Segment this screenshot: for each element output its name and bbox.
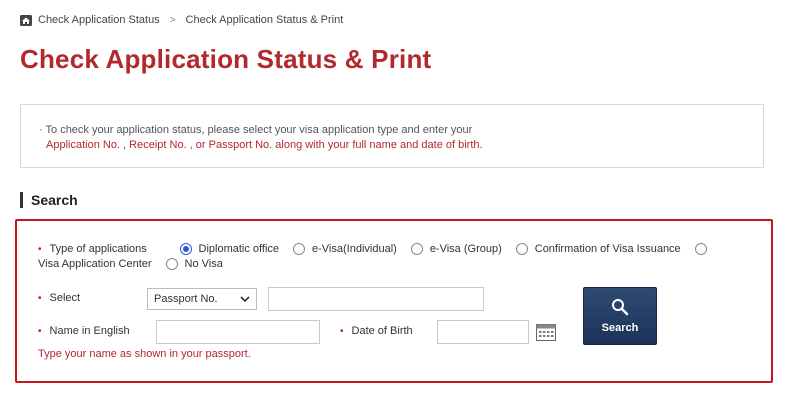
application-type-row: • Type of applications Diplomatic office… <box>38 243 714 255</box>
dob-label: Date of Birth <box>351 325 413 337</box>
name-label: Name in English <box>49 325 130 337</box>
id-number-input[interactable] <box>268 287 484 311</box>
chevron-down-icon <box>240 296 250 302</box>
section-bar-icon <box>20 192 23 208</box>
radio-confirmation-visa-issuance[interactable] <box>515 243 528 255</box>
search-button-label: Search <box>601 322 639 334</box>
home-icon[interactable] <box>20 14 32 26</box>
required-mark: • <box>38 292 42 304</box>
option-evisa-group[interactable]: e-Visa (Group) <box>410 243 502 255</box>
option-no-visa[interactable]: No Visa <box>165 258 223 270</box>
magnifier-icon <box>612 299 629 316</box>
select-row: • Select <box>38 292 80 304</box>
application-type-row-2: Visa Application Center No Visa <box>38 258 237 270</box>
required-mark: • <box>340 325 344 337</box>
notice-line-1: · To check your application status, plea… <box>39 124 473 136</box>
option-label: Diplomatic office <box>198 243 280 255</box>
radio-evisa-group[interactable] <box>410 243 423 255</box>
breadcrumb-separator: > <box>169 14 176 26</box>
radio-evisa-individual[interactable] <box>293 243 306 255</box>
option-label: e-Visa(Individual) <box>312 243 397 255</box>
required-mark: • <box>38 243 42 255</box>
notice-line-2: Application No. , Receipt No. , or Passp… <box>46 139 483 151</box>
radio-visa-application-center[interactable] <box>694 243 707 255</box>
section-heading: Search <box>20 192 78 208</box>
breadcrumb: Check Application Status > Check Applica… <box>20 14 343 26</box>
id-type-select[interactable]: Passport No. <box>147 288 257 310</box>
search-form: • Type of applications Diplomatic office… <box>15 219 773 383</box>
breadcrumb-item-check-status[interactable]: Check Application Status <box>38 14 160 26</box>
dob-label-row: • Date of Birth <box>340 325 413 337</box>
option-confirmation-visa-issuance[interactable]: Confirmation of Visa Issuance <box>515 243 681 255</box>
option-diplomatic-office[interactable]: Diplomatic office <box>179 243 280 255</box>
dob-input[interactable] <box>437 320 529 344</box>
option-visa-application-center[interactable]: Visa Application Center <box>38 258 152 270</box>
name-row: • Name in English <box>38 325 130 337</box>
option-label: Confirmation of Visa Issuance <box>534 243 681 255</box>
radio-diplomatic-office[interactable] <box>179 243 192 255</box>
page-title: Check Application Status & Print <box>20 44 432 74</box>
search-button[interactable]: Search <box>583 287 657 345</box>
breadcrumb-item-current: Check Application Status & Print <box>185 14 344 26</box>
notice-box: · To check your application status, plea… <box>20 104 764 168</box>
calendar-icon[interactable] <box>536 323 556 341</box>
radio-no-visa[interactable] <box>165 258 178 270</box>
section-title: Search <box>31 192 78 208</box>
select-label: Select <box>49 292 81 304</box>
option-label: No Visa <box>184 258 223 270</box>
option-evisa-individual[interactable]: e-Visa(Individual) <box>293 243 397 255</box>
name-input[interactable] <box>156 320 320 344</box>
type-label: Type of applications <box>49 243 147 255</box>
option-label: e-Visa (Group) <box>429 243 502 255</box>
required-mark: • <box>38 325 42 337</box>
id-type-select-value: Passport No. <box>154 293 218 305</box>
name-hint: Type your name as shown in your passport… <box>38 348 251 360</box>
